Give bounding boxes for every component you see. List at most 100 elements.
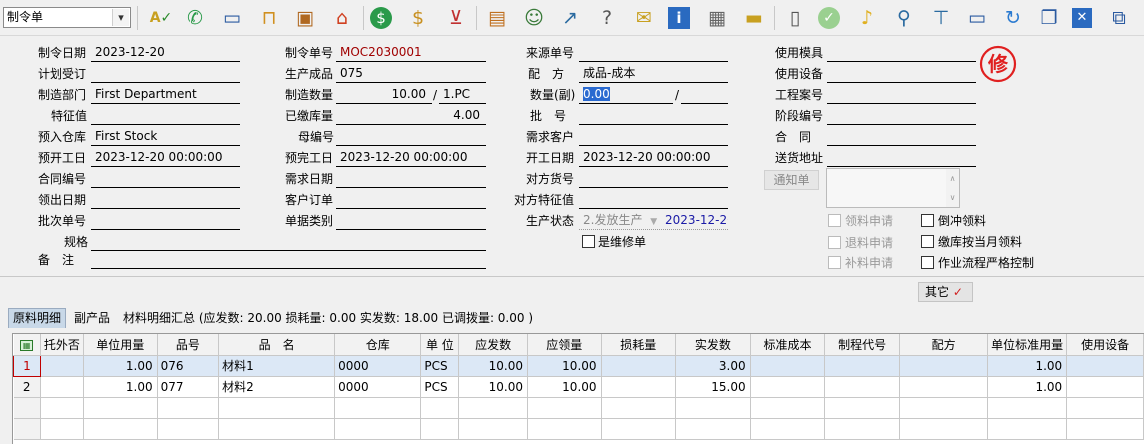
- cell-unit-std-usage[interactable]: 1.00: [987, 376, 1068, 398]
- col-item-no[interactable]: 品号: [157, 334, 220, 356]
- cell-warehouse[interactable]: 0000: [334, 355, 422, 377]
- start-date-field[interactable]: 2023-12-20 00:00:00: [579, 149, 728, 167]
- parent-no-field[interactable]: [336, 128, 486, 146]
- windows-icon[interactable]: ❐: [1036, 5, 1062, 31]
- cell-qty-to-issue[interactable]: 10.00: [527, 376, 602, 398]
- mfg-qty-field[interactable]: 10.00: [336, 86, 432, 104]
- cell-unit[interactable]: PCS: [420, 355, 460, 377]
- users-icon[interactable]: ☺: [521, 5, 547, 31]
- table-row[interactable]: 1 1.00 076 材料1 0000 PCS 10.00 10.00 3.00…: [13, 354, 1144, 377]
- partner-feature-field[interactable]: [579, 191, 728, 209]
- cell-unit[interactable]: PCS: [420, 376, 460, 398]
- cell-unit-std-usage[interactable]: 1.00: [987, 355, 1068, 377]
- col-qty-issued[interactable]: 实发数: [675, 334, 751, 356]
- col-formula[interactable]: 配方: [899, 334, 989, 356]
- row-number[interactable]: [13, 418, 41, 440]
- source-no-field[interactable]: [579, 44, 728, 62]
- col-qty-due[interactable]: 应发数: [458, 334, 528, 356]
- cell-item-no[interactable]: 076: [157, 355, 220, 377]
- cell-equipment[interactable]: [1066, 376, 1144, 398]
- order-date-field[interactable]: 2023-12-20: [91, 44, 240, 62]
- col-unit-std-usage[interactable]: 单位标准用量: [987, 334, 1068, 356]
- grid-settings-icon[interactable]: ▦: [13, 334, 41, 356]
- feature-field[interactable]: [91, 107, 240, 125]
- cell-item-name[interactable]: 材料2: [218, 376, 336, 398]
- search-icon[interactable]: ⚲: [891, 5, 917, 31]
- cell-qty-issued[interactable]: 3.00: [675, 355, 751, 377]
- order-no-field[interactable]: MOC2030001: [336, 44, 486, 62]
- maintenance-checkbox[interactable]: [582, 235, 595, 248]
- qty-sub-unit-field[interactable]: [681, 86, 728, 104]
- planned-start-field[interactable]: 2023-12-20 00:00:00: [91, 149, 240, 167]
- mfg-qty-unit-field[interactable]: 1.PC: [439, 86, 486, 104]
- scrollbar[interactable]: ∧ ∨: [946, 169, 959, 207]
- tab-material-detail[interactable]: 原料明细: [8, 308, 67, 328]
- stage-no-field[interactable]: [827, 107, 976, 125]
- folder-icon[interactable]: ▬: [741, 5, 767, 31]
- row-number[interactable]: 2: [13, 376, 41, 398]
- monitor-icon[interactable]: ▭: [219, 5, 245, 31]
- backflush-checkbox[interactable]: [921, 214, 934, 227]
- col-item-name[interactable]: 品 名: [218, 334, 336, 356]
- col-std-cost[interactable]: 标准成本: [750, 334, 826, 356]
- row-number[interactable]: [13, 397, 41, 419]
- qty-sub-field[interactable]: 0.00: [579, 86, 673, 104]
- help-doc-icon[interactable]: ?: [594, 5, 620, 31]
- cell-formula[interactable]: [899, 376, 989, 398]
- org-chart-icon[interactable]: ⊤: [928, 5, 954, 31]
- close-icon[interactable]: ✕: [1072, 8, 1092, 28]
- spell-check-icon[interactable]: A✓: [148, 5, 174, 31]
- cell-warehouse[interactable]: 0000: [334, 376, 422, 398]
- cell-unit-usage[interactable]: 1.00: [83, 355, 158, 377]
- briefcase-icon[interactable]: ▣: [292, 5, 318, 31]
- col-process-code[interactable]: 制程代号: [824, 334, 900, 356]
- plan-order-field[interactable]: [91, 65, 240, 83]
- phone-icon[interactable]: ✆: [182, 5, 208, 31]
- mail-icon[interactable]: ✉: [631, 5, 657, 31]
- cell-loss[interactable]: [601, 355, 677, 377]
- project-no-field[interactable]: [827, 86, 976, 104]
- row-number[interactable]: 1: [13, 354, 41, 377]
- stocked-qty-field[interactable]: 4.00: [336, 107, 486, 125]
- home-icon[interactable]: ⌂: [329, 5, 355, 31]
- cell-item-name[interactable]: 材料1: [218, 355, 336, 377]
- demand-date-field[interactable]: [336, 170, 486, 188]
- production-status-field[interactable]: 2.发放生产 ▼ 2023-12-20: [579, 212, 728, 230]
- col-warehouse[interactable]: 仓库: [334, 334, 422, 356]
- cell-qty-due[interactable]: 10.00: [458, 376, 528, 398]
- doc-type-select[interactable]: 制令单 ▾: [3, 7, 131, 28]
- cell-process-code[interactable]: [824, 355, 900, 377]
- cell-qty-due[interactable]: 10.00: [458, 355, 528, 377]
- notice-button[interactable]: 通知单: [764, 170, 819, 190]
- remark-field[interactable]: [91, 251, 486, 269]
- supplement-request-checkbox[interactable]: [828, 256, 841, 269]
- clipboard-icon[interactable]: ▤: [484, 5, 510, 31]
- formula-field[interactable]: 成品-成本: [579, 65, 728, 83]
- link-arrow-icon[interactable]: ↗: [557, 5, 583, 31]
- lot-no-field[interactable]: [579, 107, 728, 125]
- info-icon[interactable]: i: [668, 7, 690, 29]
- partner-item-field[interactable]: [579, 170, 728, 188]
- delivery-address-field[interactable]: [827, 149, 976, 167]
- cell-std-cost[interactable]: [750, 355, 826, 377]
- refresh-icon[interactable]: ↻: [1000, 5, 1026, 31]
- chevron-down-icon[interactable]: ▾: [112, 9, 129, 26]
- product-field[interactable]: 075: [336, 65, 486, 83]
- cell-item-no[interactable]: 077: [157, 376, 220, 398]
- col-unit-usage[interactable]: 单位用量: [83, 334, 158, 356]
- planned-finish-field[interactable]: 2023-12-20 00:00:00: [336, 149, 486, 167]
- col-unit[interactable]: 单 位: [420, 334, 460, 356]
- contract-field[interactable]: [827, 128, 976, 146]
- strict-process-checkbox[interactable]: [921, 256, 934, 269]
- customer-order-field[interactable]: [336, 191, 486, 209]
- department-field[interactable]: First Department: [91, 86, 240, 104]
- tab-material-summary[interactable]: 材料明细汇总 (应发数: 20.00 损耗量: 0.00 实发数: 18.00 …: [119, 308, 537, 328]
- cell-equipment[interactable]: [1066, 355, 1144, 377]
- display-icon[interactable]: ▭: [964, 5, 990, 31]
- cell-qty-to-issue[interactable]: 10.00: [527, 355, 602, 377]
- restore-icon[interactable]: ⧉: [1106, 5, 1132, 31]
- cell-formula[interactable]: [899, 355, 989, 377]
- material-request-checkbox[interactable]: [828, 214, 841, 227]
- cell-outsource[interactable]: [40, 355, 84, 377]
- table-row[interactable]: [13, 418, 1144, 440]
